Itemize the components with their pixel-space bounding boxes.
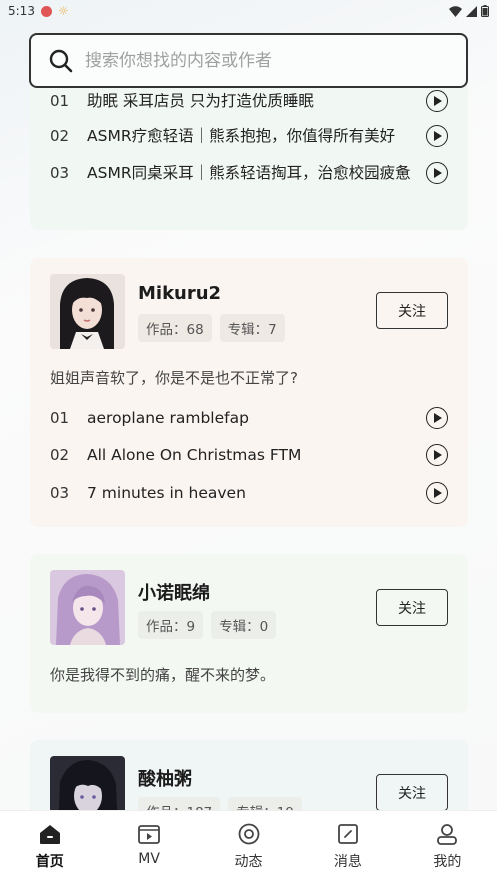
artist-stats: 作品：68 专辑：7 (138, 314, 285, 342)
track-row[interactable]: 02 All Alone On Christmas FTM (50, 444, 448, 466)
artist-name[interactable]: 酸柚粥 (138, 765, 192, 791)
artist-card: 小诺眠绵 作品：9 专辑：0 关注 你是我得不到的痛，醒不来的梦。 (30, 554, 468, 713)
artist-stats: 作品：187 专辑：19 (138, 797, 302, 810)
track-number: 02 (50, 446, 70, 464)
content-scroll[interactable]: 01 助眠 采耳店员 只为打造优质睡眠 02 ASMR疗愈轻语｜熊系抱抱，你值得… (0, 0, 497, 810)
tab-feed[interactable]: 动态 (199, 811, 298, 884)
track-title: All Alone On Christmas FTM (87, 446, 302, 464)
artist-name[interactable]: 小诺眠绵 (138, 579, 210, 605)
artist-bio: 姐姐声音软了，你是不是也不正常了? (50, 369, 298, 387)
works-count: 作品：187 (138, 797, 221, 810)
tab-messages[interactable]: 消息 (298, 811, 397, 884)
tab-profile[interactable]: 我的 (398, 811, 497, 884)
track-number: 02 (50, 127, 70, 145)
albums-count: 专辑：0 (211, 611, 277, 639)
play-icon[interactable] (426, 482, 448, 504)
track-title: aeroplane ramblefap (87, 409, 249, 427)
tab-mv[interactable]: MV (99, 811, 198, 884)
play-icon[interactable] (426, 407, 448, 429)
avatar[interactable] (50, 756, 125, 810)
tab-label: 首页 (35, 854, 64, 870)
track-title: ASMR疗愈轻语｜熊系抱抱，你值得所有美好 (87, 127, 396, 145)
bottom-tab-bar: 首页 MV 动态 消息 我的 (0, 810, 497, 884)
tab-label: MV (138, 851, 160, 867)
follow-button[interactable]: 关注 (376, 774, 448, 810)
albums-count: 专辑：19 (228, 797, 302, 810)
tab-home[interactable]: 首页 (0, 811, 99, 884)
works-count: 作品：9 (138, 611, 204, 639)
works-count: 作品：68 (138, 314, 212, 342)
track-title: 7 minutes in heaven (87, 484, 246, 502)
artist-card: Mikuru2 作品：68 专辑：7 关注 姐姐声音软了，你是不是也不正常了? … (30, 258, 468, 527)
track-number: 01 (50, 409, 70, 427)
follow-button[interactable]: 关注 (376, 292, 448, 329)
track-row[interactable]: 03 ASMR同桌采耳｜熊系轻语掏耳，治愈校园疲惫 (50, 162, 448, 184)
profile-icon (437, 824, 458, 845)
artist-card-top: 01 助眠 采耳店员 只为打造优质睡眠 02 ASMR疗愈轻语｜熊系抱抱，你值得… (30, 70, 468, 230)
tab-label: 我的 (433, 854, 462, 870)
track-number: 03 (50, 484, 70, 502)
track-number: 03 (50, 164, 70, 182)
play-icon[interactable] (426, 125, 448, 147)
track-title: ASMR同桌采耳｜熊系轻语掏耳，治愈校园疲惫 (87, 164, 411, 182)
track-title: 助眠 采耳店员 只为打造优质睡眠 (87, 92, 314, 110)
track-row[interactable]: 03 7 minutes in heaven (50, 482, 448, 504)
artist-card: 酸柚粥 作品：187 专辑：19 关注 (30, 740, 468, 810)
search-icon (49, 49, 73, 72)
tab-label: 动态 (234, 854, 263, 870)
feed-icon (238, 823, 259, 845)
track-row[interactable]: 02 ASMR疗愈轻语｜熊系抱抱，你值得所有美好 (50, 125, 448, 147)
artist-name[interactable]: Mikuru2 (138, 283, 221, 304)
play-icon[interactable] (426, 444, 448, 466)
follow-button[interactable]: 关注 (376, 589, 448, 626)
play-icon[interactable] (426, 162, 448, 184)
play-icon[interactable] (426, 90, 448, 112)
avatar[interactable] (50, 274, 125, 349)
mv-icon (138, 825, 161, 844)
albums-count: 专辑：7 (219, 314, 285, 342)
artist-stats: 作品：9 专辑：0 (138, 611, 277, 639)
track-number: 01 (50, 92, 70, 110)
search-bar[interactable] (29, 33, 468, 88)
search-input[interactable] (85, 50, 445, 71)
artist-bio: 你是我得不到的痛，醒不来的梦。 (50, 666, 276, 684)
home-icon (39, 825, 60, 844)
track-row[interactable]: 01 aeroplane ramblefap (50, 407, 448, 429)
track-row[interactable]: 01 助眠 采耳店员 只为打造优质睡眠 (50, 90, 448, 112)
tab-label: 消息 (333, 854, 362, 870)
avatar[interactable] (50, 570, 125, 645)
message-icon (338, 824, 358, 844)
